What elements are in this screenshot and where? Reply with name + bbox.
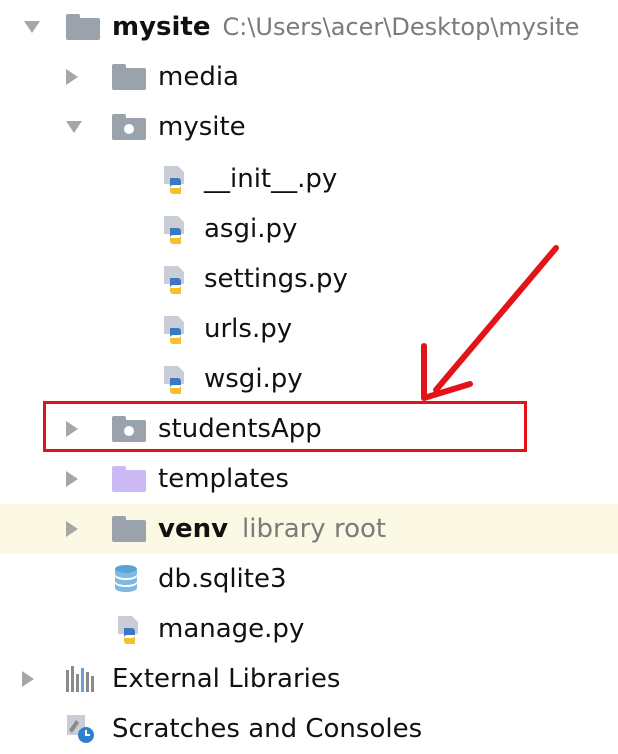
tree-node-label: asgi.py (204, 214, 298, 244)
tree-node-file[interactable]: wsgi.py (0, 354, 618, 404)
folder-icon (112, 516, 146, 542)
tree-node-file[interactable]: settings.py (0, 254, 618, 304)
tree-node-label: Scratches and Consoles (112, 714, 423, 744)
tree-node-label: External Libraries (112, 664, 341, 694)
tree-node-label: mysite (158, 112, 246, 142)
chevron-down-icon[interactable] (24, 21, 40, 33)
scratches-icon (67, 715, 94, 743)
tree-node-manage[interactable]: manage.py (0, 604, 618, 654)
tree-node-label: manage.py (158, 614, 305, 644)
tree-node-db[interactable]: db.sqlite3 (0, 554, 618, 604)
folder-icon (112, 64, 146, 90)
tree-node-file[interactable]: urls.py (0, 304, 618, 354)
tree-node-templates[interactable]: templates (0, 454, 618, 504)
tree-node-media[interactable]: media (0, 52, 618, 102)
python-file-icon (164, 266, 184, 294)
tree-node-root[interactable]: mysite C:\Users\acer\Desktop\mysite (0, 2, 618, 52)
database-icon (115, 565, 137, 592)
tree-node-scratches[interactable]: Scratches and Consoles (0, 704, 618, 754)
python-file-icon (164, 366, 184, 394)
folder-icon (66, 14, 100, 40)
chevron-down-icon[interactable] (66, 121, 82, 133)
package-folder-icon (112, 114, 146, 140)
python-file-icon (164, 166, 184, 194)
tree-node-label: templates (158, 464, 289, 494)
tree-node-file[interactable]: __init__.py (0, 154, 618, 204)
python-file-icon (164, 316, 184, 344)
folder-icon (112, 466, 146, 492)
tree-node-label: settings.py (204, 264, 348, 294)
chevron-right-icon[interactable] (22, 671, 34, 687)
library-root-note: library root (242, 514, 387, 544)
chevron-right-icon[interactable] (66, 521, 78, 537)
tree-node-label: media (158, 62, 239, 92)
tree-node-file[interactable]: asgi.py (0, 204, 618, 254)
libraries-icon (66, 666, 94, 692)
chevron-right-icon[interactable] (66, 471, 78, 487)
tree-node-mysite-package[interactable]: mysite (0, 102, 618, 152)
venv-name: venv (158, 514, 229, 544)
tree-node-venv[interactable]: venv library root (0, 504, 618, 554)
annotation-highlight-box (43, 401, 527, 452)
tree-node-label: db.sqlite3 (158, 564, 287, 594)
chevron-right-icon[interactable] (66, 69, 78, 85)
tree-node-label: wsgi.py (204, 364, 303, 394)
tree-node-label: __init__.py (204, 164, 338, 194)
python-file-icon (118, 616, 138, 644)
python-file-icon (164, 216, 184, 244)
root-folder-name: mysite (112, 12, 211, 42)
tree-node-label: urls.py (204, 314, 293, 344)
tree-node-external-libraries[interactable]: External Libraries (0, 654, 618, 704)
root-folder-path: C:\Users\acer\Desktop\mysite (222, 13, 580, 41)
